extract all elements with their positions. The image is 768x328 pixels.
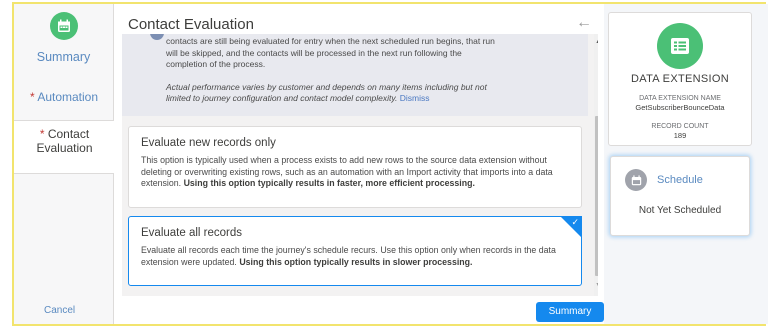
required-marker: * <box>29 90 35 104</box>
data-extension-icon <box>657 23 703 69</box>
check-icon: ✓ <box>571 217 579 227</box>
right-panel: DATA EXTENSION DATA EXTENSION NAME GetSu… <box>604 4 768 324</box>
scroll-down-icon[interactable]: ▼ <box>595 282 598 289</box>
calendar-icon <box>50 12 78 40</box>
dismiss-link[interactable]: Dismiss <box>400 93 430 103</box>
option-description: This option is typically used when a pro… <box>141 155 553 188</box>
nav-automation-item[interactable]: * Automation <box>14 82 114 116</box>
info-italic-line2: limited to journey configuration and con… <box>166 93 398 103</box>
scroll-up-icon[interactable]: ▲ <box>595 38 598 45</box>
schedule-title: Schedule <box>657 174 703 186</box>
nav-contact-label-line2: Evaluation <box>36 141 93 155</box>
info-italic-line1: Actual performance varies by customer an… <box>166 81 487 92</box>
option-all-records[interactable]: ✓ Evaluate all records Evaluate all reco… <box>128 216 582 286</box>
record-count: 189 <box>673 131 687 140</box>
record-count-label: RECORD COUNT <box>651 123 709 130</box>
nav-contact-label-line1: Contact <box>47 127 90 141</box>
info-text-line2: will be skipped, and the contacts will b… <box>166 47 462 58</box>
data-extension-card[interactable]: DATA EXTENSION DATA EXTENSION NAME GetSu… <box>608 12 752 146</box>
data-extension-title: DATA EXTENSION <box>631 73 729 85</box>
schedule-status: Not Yet Scheduled <box>638 205 722 216</box>
scrollbar-thumb[interactable] <box>595 116 598 276</box>
info-notice: contacts are still being evaluated for e… <box>122 34 588 116</box>
nav-automation-label: Automation <box>37 90 99 104</box>
data-extension-name: GetSubscriberBounceData <box>635 103 725 112</box>
info-icon <box>150 34 164 40</box>
option-new-records[interactable]: Evaluate new records only This option is… <box>128 126 582 208</box>
scrollbar[interactable]: ▲ ▼ <box>594 34 598 296</box>
info-text-line1: contacts are still being evaluated for e… <box>166 36 495 46</box>
option-title: Evaluate new records only <box>141 137 276 149</box>
required-marker: * <box>39 127 45 141</box>
cancel-button[interactable]: Cancel <box>44 305 75 316</box>
back-arrow-icon[interactable]: ← <box>576 14 592 32</box>
content-scroll-area[interactable]: contacts are still being evaluated for e… <box>122 34 598 296</box>
nav-contact-evaluation-item[interactable]: * Contact Evaluation <box>14 120 115 174</box>
option-description: Evaluate all records each time the journ… <box>141 245 556 267</box>
info-text-line3: completion of the process. <box>166 59 266 69</box>
nav-summary-label: Summary <box>36 50 91 64</box>
page-title: Contact Evaluation <box>128 16 254 33</box>
schedule-calendar-icon <box>625 169 647 191</box>
data-extension-name-label: DATA EXTENSION NAME <box>639 95 721 102</box>
summary-button[interactable]: Summary <box>536 302 604 322</box>
schedule-card[interactable]: Schedule Not Yet Scheduled <box>610 156 750 236</box>
left-nav: Summary * Automation * Contact Evaluatio… <box>14 4 115 324</box>
app-frame: Summary * Automation * Contact Evaluatio… <box>12 2 768 326</box>
main-panel: Contact Evaluation ← contacts are still … <box>114 4 604 324</box>
option-title: Evaluate all records <box>141 227 242 239</box>
